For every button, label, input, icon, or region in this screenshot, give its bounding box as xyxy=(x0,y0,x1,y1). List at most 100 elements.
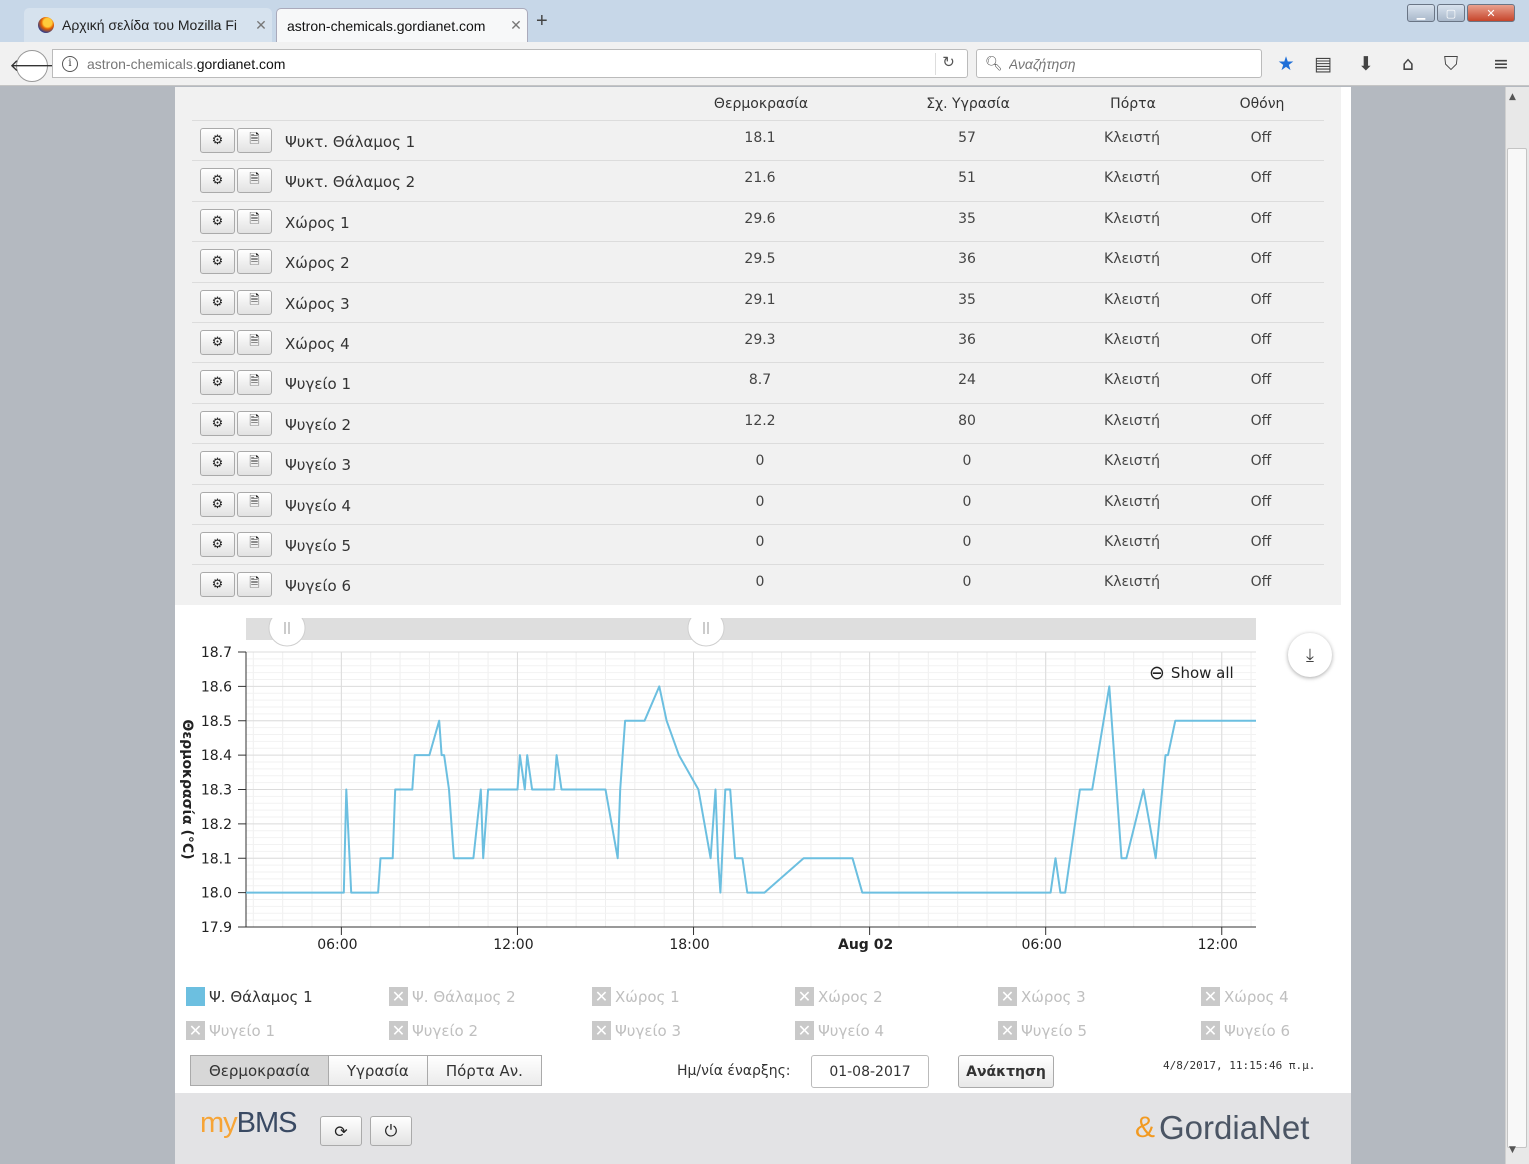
settings-gear-icon[interactable]: ⚙ xyxy=(200,572,235,598)
legend-item[interactable]: ✕ Ψυγείο 1 xyxy=(186,1021,275,1040)
legend-item[interactable]: ✕ Ψ. Θάλαμος 2 xyxy=(389,987,516,1006)
door-status: Κλειστή xyxy=(1104,291,1160,308)
menu-icon[interactable]: ≡ xyxy=(1490,53,1512,75)
legend-hidden-icon: ✕ xyxy=(1201,1021,1220,1040)
tab-temperature[interactable]: Θερμοκρασία xyxy=(190,1055,329,1086)
report-document-icon[interactable]: 🗎 xyxy=(237,208,272,234)
tab-door-open[interactable]: Πόρτα Αν. xyxy=(426,1055,542,1086)
table-row: ⚙ 🗎 Χώρος 4 29.3 36 Κλειστή Off xyxy=(192,322,1324,362)
legend-item[interactable]: ✕ Χώρος 4 xyxy=(1201,987,1289,1006)
legend-item[interactable]: ✕ Ψυγείο 4 xyxy=(795,1021,884,1040)
new-tab-icon[interactable]: + xyxy=(536,10,548,33)
home-icon[interactable]: ⌂ xyxy=(1397,53,1419,75)
y-tick-label: 18.1 xyxy=(201,851,232,867)
maximize-window-icon[interactable]: ▢ xyxy=(1437,4,1465,22)
back-arrow-icon[interactable]: 🡐 xyxy=(9,50,55,82)
settings-gear-icon[interactable]: ⚙ xyxy=(200,370,235,396)
settings-gear-icon[interactable]: ⚙ xyxy=(200,249,235,275)
temperature-value: 0 xyxy=(755,453,765,470)
legend-item[interactable]: ✕ Ψυγείο 2 xyxy=(389,1021,478,1040)
bookmarks-list-icon[interactable]: ▤ xyxy=(1312,53,1334,75)
door-status: Κλειστή xyxy=(1104,130,1160,146)
humidity-value: 51 xyxy=(958,170,976,187)
settings-gear-icon[interactable]: ⚙ xyxy=(200,410,235,436)
humidity-value: 0 xyxy=(962,574,972,591)
browser-tab-active[interactable]: astron-chemicals.gordianet.com ✕ xyxy=(276,8,528,42)
legend-item[interactable]: ✕ Ψυγείο 6 xyxy=(1201,1021,1290,1040)
show-all-button[interactable]: ⊖ Show all xyxy=(1149,662,1234,684)
report-document-icon[interactable]: 🗎 xyxy=(237,128,272,153)
scroll-up-icon[interactable]: ▲ xyxy=(1509,92,1516,102)
humidity-value: 0 xyxy=(962,453,972,470)
url-bar[interactable]: i astron-chemicals. gordianet.com ↻ xyxy=(52,49,968,78)
legend-item[interactable]: ✕ Ψυγείο 5 xyxy=(998,1021,1087,1040)
report-document-icon[interactable]: 🗎 xyxy=(237,249,272,275)
table-row: ⚙ 🗎 Ψυγείο 1 8.7 24 Κλειστή Off xyxy=(192,362,1324,402)
screen-status: Off xyxy=(1250,412,1272,429)
report-document-icon[interactable]: 🗎 xyxy=(237,491,272,517)
screen-status: Off xyxy=(1250,493,1272,510)
legend-hidden-icon: ✕ xyxy=(795,987,814,1006)
settings-gear-icon[interactable]: ⚙ xyxy=(200,168,235,194)
settings-gear-icon[interactable]: ⚙ xyxy=(200,532,235,557)
report-document-icon[interactable]: 🗎 xyxy=(237,410,272,436)
legend-hidden-icon: ✕ xyxy=(389,1021,408,1040)
bookmark-star-icon[interactable]: ★ xyxy=(1275,53,1297,75)
settings-gear-icon[interactable]: ⚙ xyxy=(200,128,235,153)
settings-gear-icon[interactable]: ⚙ xyxy=(200,208,235,234)
close-tab-icon[interactable]: ✕ xyxy=(505,17,527,34)
settings-gear-icon[interactable]: ⚙ xyxy=(200,491,235,517)
settings-gear-icon[interactable]: ⚙ xyxy=(200,330,235,355)
info-icon[interactable]: i xyxy=(62,55,78,72)
browser-tab-firefox-home[interactable]: Αρχική σελίδα του Mozilla Fi ✕ xyxy=(24,8,272,42)
report-document-icon[interactable]: 🗎 xyxy=(237,168,272,194)
report-document-icon[interactable]: 🗎 xyxy=(237,532,272,557)
search-bar[interactable]: 🔍︎ xyxy=(976,49,1262,78)
logo-my: my xyxy=(200,1107,238,1139)
minimize-window-icon[interactable]: ▁ xyxy=(1407,4,1435,22)
start-date-input[interactable] xyxy=(811,1055,929,1088)
legend-item[interactable]: ✕ Χώρος 1 xyxy=(592,987,680,1006)
report-document-icon[interactable]: 🗎 xyxy=(237,451,272,477)
report-document-icon[interactable]: 🗎 xyxy=(237,330,272,355)
report-document-icon[interactable]: 🗎 xyxy=(237,370,272,396)
power-icon[interactable]: ⏻ xyxy=(370,1116,412,1146)
table-row: ⚙ 🗎 Ψυγείο 4 0 0 Κλειστή Off xyxy=(192,483,1324,524)
legend-item[interactable]: ✕ Ψυγείο 3 xyxy=(592,1021,681,1040)
header-temperature: Θερμοκρασία xyxy=(713,96,809,112)
door-status: Κλειστή xyxy=(1104,210,1160,227)
refresh-icon[interactable]: ⟳ xyxy=(320,1116,362,1146)
humidity-value: 35 xyxy=(958,210,976,227)
legend-label: Ψυγείο 3 xyxy=(615,1021,682,1040)
y-tick-label: 18.4 xyxy=(201,748,232,764)
settings-gear-icon[interactable]: ⚙ xyxy=(200,451,235,477)
show-all-label: Show all xyxy=(1170,664,1234,682)
settings-gear-icon[interactable]: ⚙ xyxy=(200,289,235,315)
legend-label: Ψυγείο 2 xyxy=(412,1021,479,1040)
y-tick-label: 18.3 xyxy=(201,783,232,799)
reload-icon[interactable]: ↻ xyxy=(935,53,961,75)
door-status: Κλειστή xyxy=(1104,493,1160,510)
pocket-icon[interactable]: ⛉ xyxy=(1440,53,1462,75)
report-document-icon[interactable]: 🗎 xyxy=(237,572,272,598)
table-row: ⚙ 🗎 Ψυκτ. Θάλαμος 1 18.1 57 Κλειστή Off xyxy=(192,120,1324,160)
downloads-icon[interactable]: ⬇ xyxy=(1355,53,1377,75)
search-icon: 🔍︎ xyxy=(985,55,1003,71)
legend-item[interactable]: ✕ Χώρος 2 xyxy=(795,987,883,1006)
legend-hidden-icon: ✕ xyxy=(998,1021,1017,1040)
search-input[interactable] xyxy=(1008,55,1249,72)
header-door: Πόρτα xyxy=(1110,96,1156,112)
legend-hidden-icon: ✕ xyxy=(1201,987,1220,1006)
table-row: ⚙ 🗎 Ψυκτ. Θάλαμος 2 21.6 51 Κλειστή Off xyxy=(192,160,1324,200)
fetch-button[interactable]: Ανάκτηση xyxy=(958,1055,1054,1088)
scroll-down-icon[interactable]: ▼ xyxy=(1509,1145,1516,1155)
download-chart-icon[interactable]: ⤓ xyxy=(1288,633,1332,677)
close-window-icon[interactable]: ✕ xyxy=(1467,4,1515,22)
close-tab-icon[interactable]: ✕ xyxy=(250,17,272,34)
legend-item[interactable]: Ψ. Θάλαμος 1 xyxy=(186,987,313,1006)
report-document-icon[interactable]: 🗎 xyxy=(237,289,272,315)
screen-status: Off xyxy=(1250,453,1272,470)
tab-humidity[interactable]: Υγρασία xyxy=(327,1055,428,1086)
legend-item[interactable]: ✕ Χώρος 3 xyxy=(998,987,1086,1006)
scrollbar-thumb[interactable] xyxy=(1507,148,1527,1148)
